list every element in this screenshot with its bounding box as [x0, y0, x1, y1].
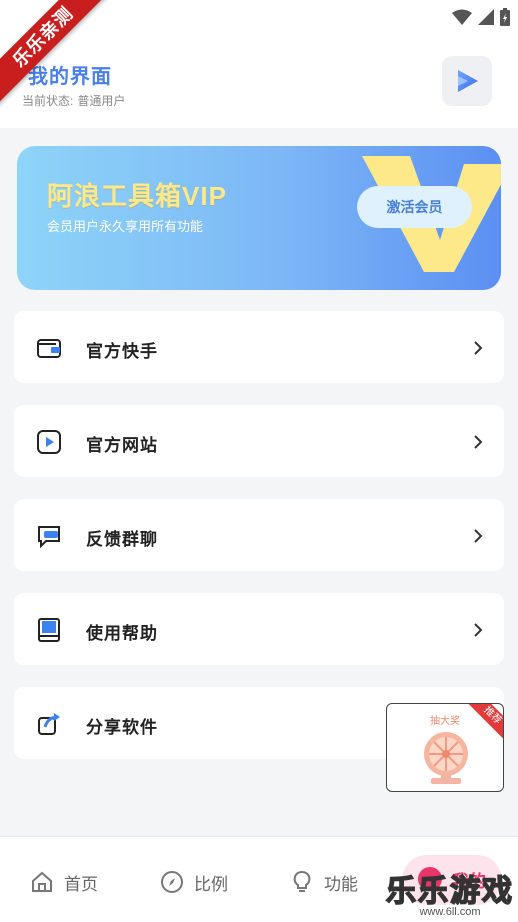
watermark-text: 乐乐游戏: [385, 874, 514, 909]
chevron-right-icon: [474, 435, 483, 449]
tab-label: 比例: [194, 874, 228, 894]
play-icon: [458, 70, 478, 92]
tab-home[interactable]: 首页: [30, 867, 98, 897]
menu-label: 官方快手: [86, 342, 158, 361]
activate-vip-button[interactable]: 激活会员: [357, 186, 472, 228]
menu-label: 官方网站: [86, 436, 158, 455]
chevron-right-icon: [474, 529, 483, 543]
play-circle-icon: [37, 430, 61, 454]
status-label: 当前状态:: [22, 94, 74, 108]
site-watermark: 乐乐游戏 www.6ll.com: [385, 866, 514, 918]
menu-item-feedback[interactable]: 反馈群聊: [14, 499, 504, 571]
menu-item-kuaishou[interactable]: 官方快手: [14, 311, 504, 383]
play-button[interactable]: [442, 56, 492, 106]
vip-subtitle: 会员用户永久享用所有功能: [47, 219, 204, 234]
menu-label: 使用帮助: [86, 624, 158, 643]
page-title: 我的界面: [28, 66, 112, 88]
signal-icon: [478, 9, 494, 25]
battery-charging-icon: [500, 8, 510, 26]
compass-icon: [161, 871, 183, 893]
menu-label: 反馈群聊: [86, 530, 158, 549]
chat-icon: [38, 526, 60, 549]
vip-banner[interactable]: 阿浪工具箱VIP 会员用户永久享用所有功能 激活会员: [17, 146, 501, 290]
prize-wheel-icon: [424, 732, 468, 784]
book-icon: [38, 618, 60, 642]
user-status: 当前状态: 普通用户: [22, 92, 125, 109]
vip-title: 阿浪工具箱VIP: [47, 181, 227, 211]
tab-ratio[interactable]: 比例: [160, 867, 228, 897]
bulb-icon: [293, 871, 311, 892]
status-value: 普通用户: [77, 94, 126, 108]
chevron-right-icon: [474, 623, 483, 637]
tab-label: 功能: [324, 874, 358, 894]
menu-label: 分享软件: [86, 718, 158, 737]
home-icon: [32, 871, 52, 892]
wallet-icon: [37, 339, 61, 358]
menu-item-help[interactable]: 使用帮助: [14, 593, 504, 665]
tab-features[interactable]: 功能: [290, 867, 358, 897]
menu-item-website[interactable]: 官方网站: [14, 405, 504, 477]
promo-lottery-card[interactable]: 抽大奖 推荐: [386, 703, 504, 792]
tab-label: 首页: [64, 874, 98, 894]
share-icon: [38, 713, 60, 735]
wifi-icon: [452, 9, 472, 25]
header: 我的界面 当前状态: 普通用户: [0, 34, 518, 128]
chevron-right-icon: [474, 341, 483, 355]
